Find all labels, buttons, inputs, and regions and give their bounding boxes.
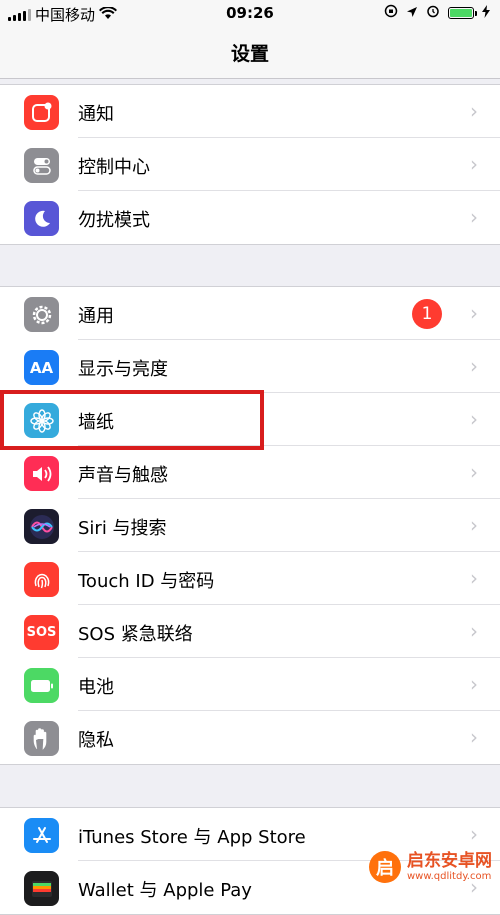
app-store-icon: [24, 818, 59, 853]
settings-row-privacy[interactable]: 隐私 ›: [0, 711, 500, 764]
settings-row-control-center[interactable]: 控制中心 ›: [0, 138, 500, 191]
chevron-right-icon: ›: [470, 99, 478, 123]
rotation-lock-icon: [384, 4, 398, 22]
chevron-right-icon: ›: [470, 822, 478, 846]
settings-group-2: 通用 1 › AA 显示与亮度 › 墙纸 › 声音与触感 › Siri 与搜索 …: [0, 286, 500, 765]
watermark-text: 启东安卓网 www.qdlitdy.com: [407, 852, 492, 882]
watermark: 启 启东安卓网 www.qdlitdy.com: [369, 851, 492, 883]
settings-row-sos[interactable]: SOS SOS 紧急联络 ›: [0, 605, 500, 658]
settings-row-display-brightness[interactable]: AA 显示与亮度 ›: [0, 340, 500, 393]
settings-row-battery[interactable]: 电池 ›: [0, 658, 500, 711]
settings-row-sounds[interactable]: 声音与触感 ›: [0, 446, 500, 499]
battery-icon: [24, 668, 59, 703]
speaker-icon: [24, 456, 59, 491]
settings-row-do-not-disturb[interactable]: 勿扰模式 ›: [0, 191, 500, 244]
row-label: Touch ID 与密码: [78, 571, 215, 592]
gear-icon: [24, 297, 59, 332]
chevron-right-icon: ›: [470, 566, 478, 590]
chevron-right-icon: ›: [470, 301, 478, 325]
row-label: 声音与触感: [78, 465, 168, 486]
settings-row-touch-id[interactable]: Touch ID 与密码 ›: [0, 552, 500, 605]
row-label: Siri 与搜索: [78, 518, 167, 539]
siri-icon: [24, 509, 59, 544]
chevron-right-icon: ›: [470, 513, 478, 537]
row-label: 通知: [78, 104, 114, 125]
row-label: SOS 紧急联络: [78, 624, 193, 645]
chevron-right-icon: ›: [470, 460, 478, 484]
chevron-right-icon: ›: [470, 152, 478, 176]
row-label: 显示与亮度: [78, 359, 168, 380]
chevron-right-icon: ›: [470, 725, 478, 749]
chevron-right-icon: ›: [470, 354, 478, 378]
display-aa-icon: AA: [24, 350, 59, 385]
row-label: 隐私: [78, 730, 114, 751]
watermark-title: 启东安卓网: [407, 851, 492, 872]
status-bar: 中国移动 09:26: [0, 0, 500, 28]
alarm-icon: [426, 4, 440, 22]
navigation-bar: 设置: [0, 28, 500, 79]
control-center-icon: [24, 148, 59, 183]
hand-icon: [24, 721, 59, 756]
row-label: 通用: [78, 306, 114, 327]
highlight-box-wallpaper: [0, 390, 264, 450]
row-label: iTunes Store 与 App Store: [78, 827, 306, 848]
row-label: 勿扰模式: [78, 210, 150, 231]
fingerprint-icon: [24, 562, 59, 597]
settings-row-notifications[interactable]: 通知 ›: [0, 85, 500, 138]
chevron-right-icon: ›: [470, 407, 478, 431]
charging-icon: [482, 4, 490, 22]
settings-row-siri[interactable]: Siri 与搜索 ›: [0, 499, 500, 552]
sos-icon: SOS: [24, 615, 59, 650]
chevron-right-icon: ›: [470, 619, 478, 643]
settings-group-1: 通知 › 控制中心 › 勿扰模式 ›: [0, 84, 500, 245]
row-label: Wallet 与 Apple Pay: [78, 880, 252, 901]
notification-badge: 1: [412, 299, 442, 329]
location-icon: [406, 4, 418, 22]
status-right: [384, 4, 490, 22]
row-label: 电池: [78, 677, 114, 698]
moon-icon: [24, 201, 59, 236]
page-title: 设置: [230, 43, 269, 65]
row-label: 控制中心: [78, 157, 150, 178]
notifications-icon: [24, 95, 59, 130]
chevron-right-icon: ›: [470, 672, 478, 696]
watermark-url: www.qdlitdy.com: [407, 870, 492, 882]
watermark-logo-icon: 启: [369, 851, 401, 883]
settings-row-general[interactable]: 通用 1 ›: [0, 287, 500, 340]
chevron-right-icon: ›: [470, 205, 478, 229]
battery-status-icon: [448, 7, 477, 19]
